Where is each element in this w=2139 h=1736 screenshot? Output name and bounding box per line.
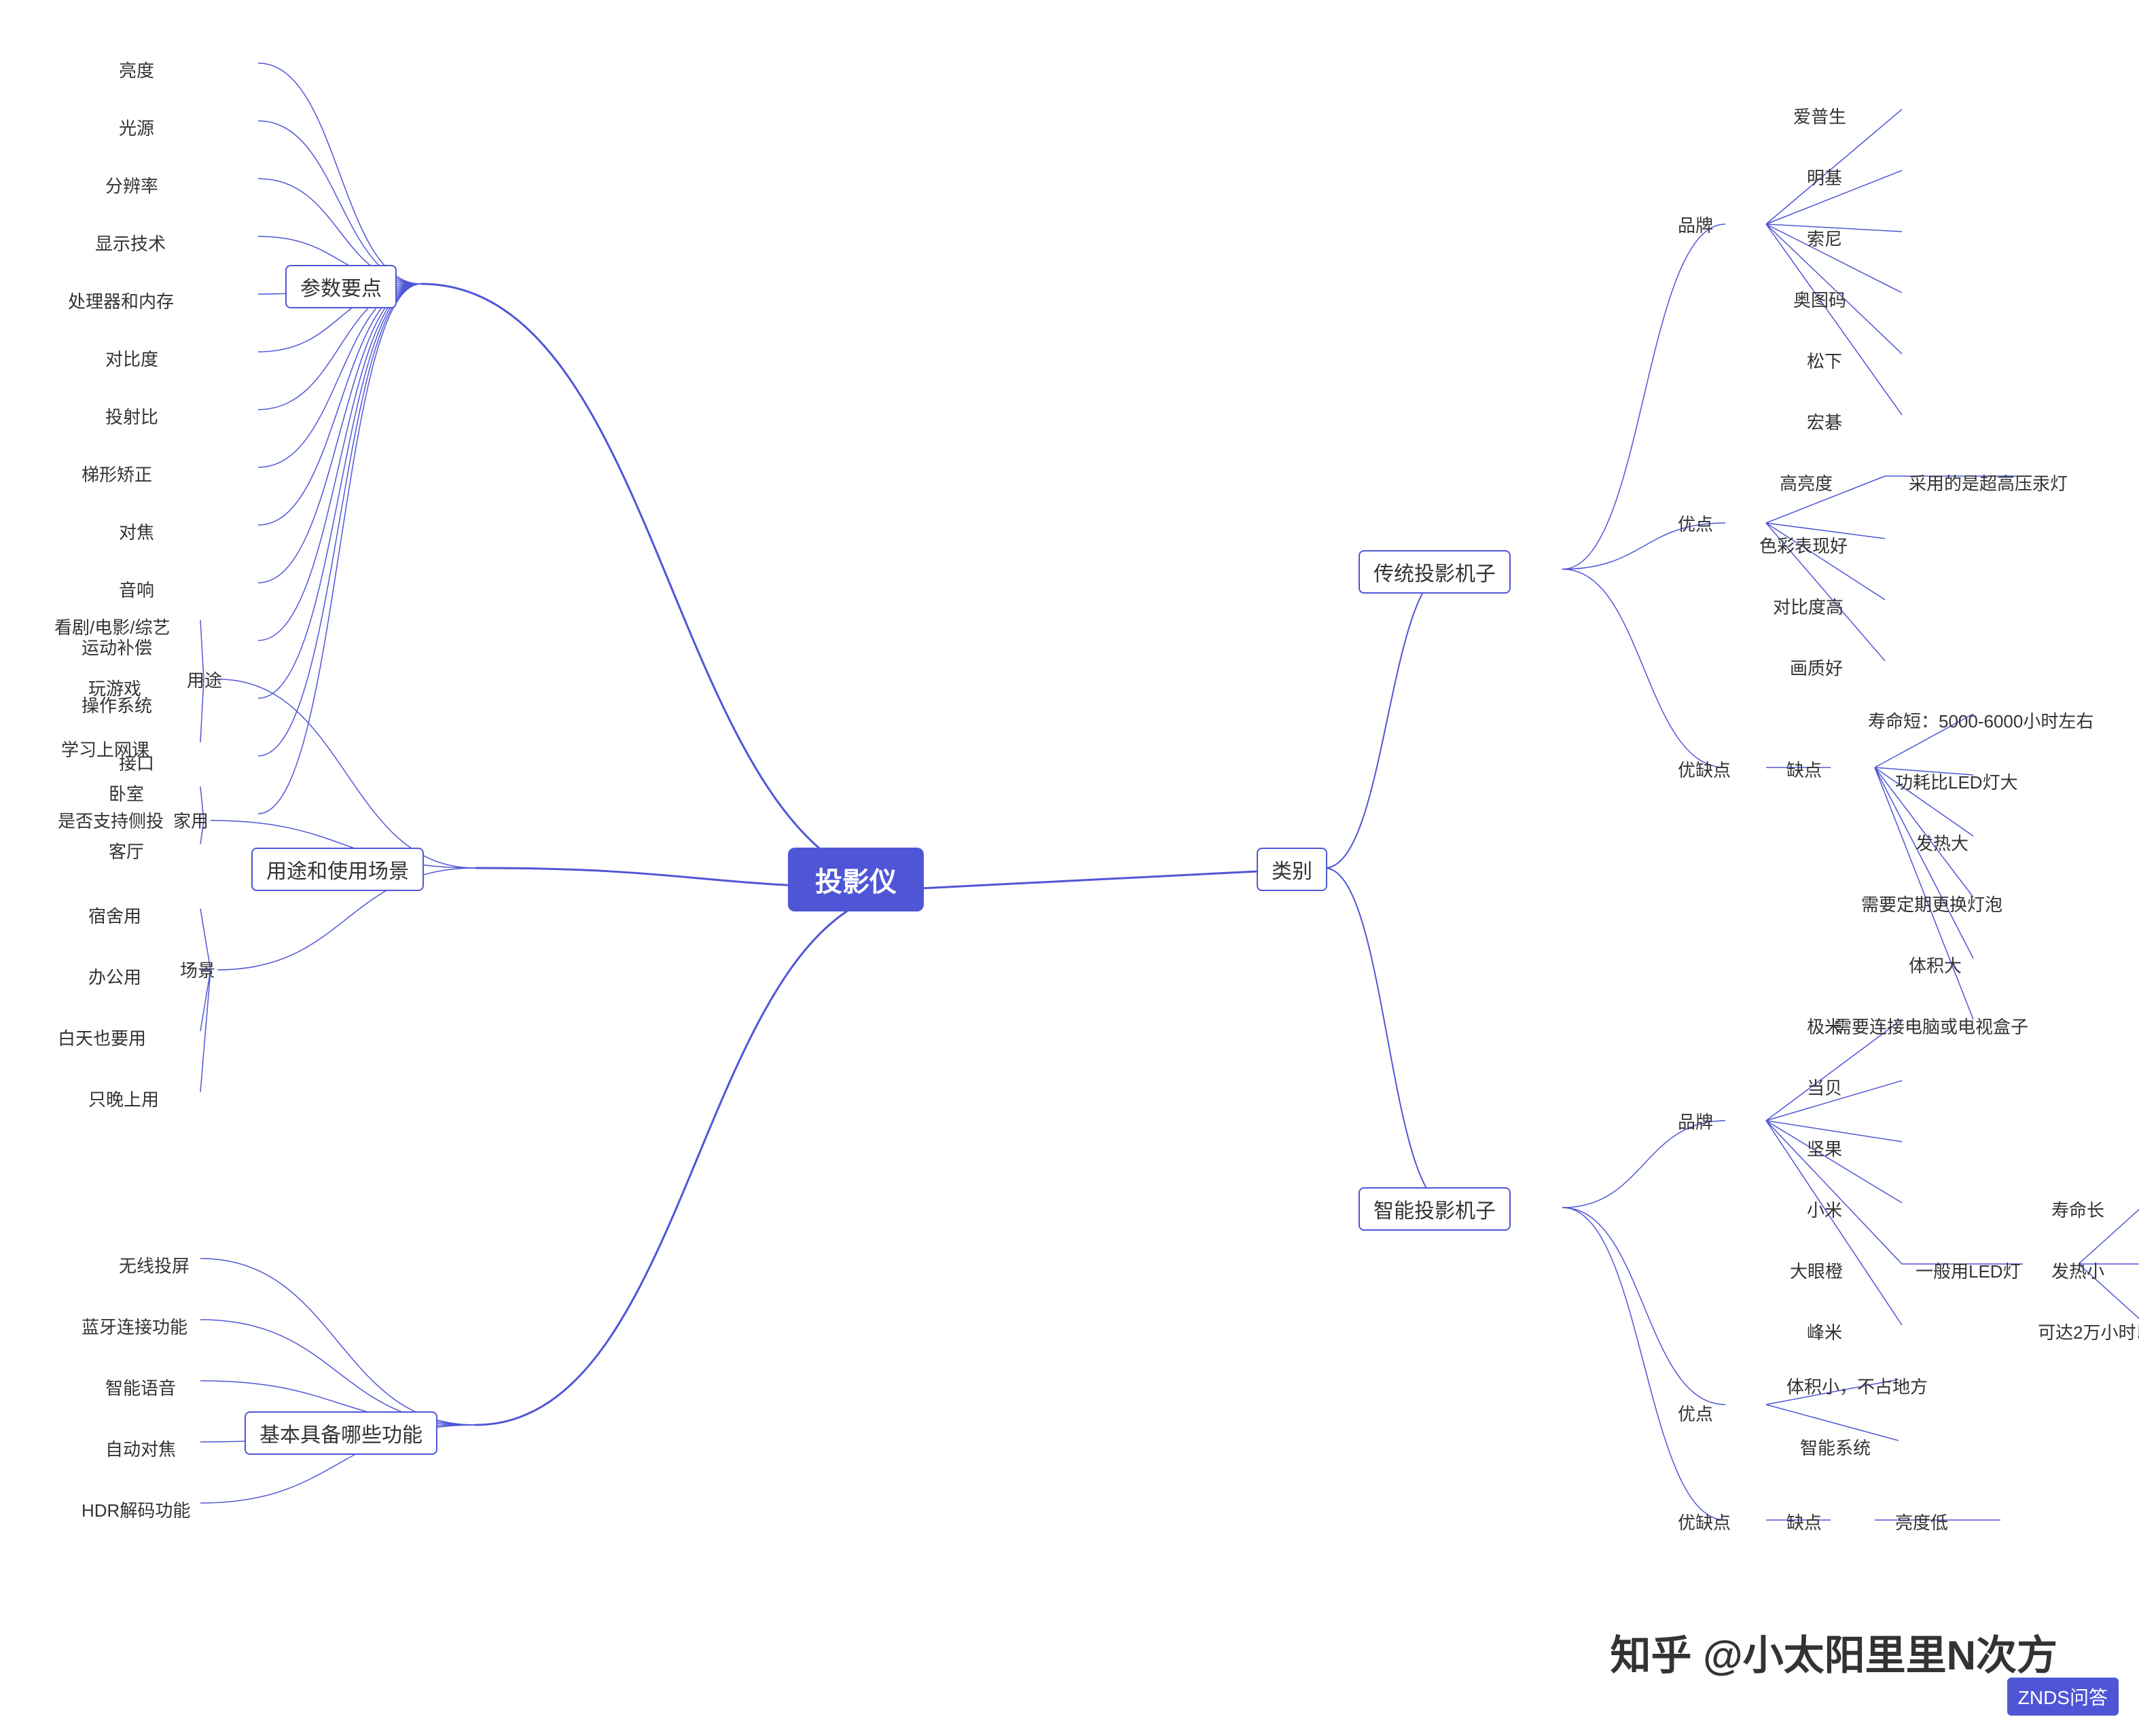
leaf-params-7: 投射比 [105, 401, 158, 431]
trad-pro-2: 色彩表现好 [1759, 530, 1848, 560]
leaf-usage-3: 学习上网课 [61, 734, 149, 764]
leaf-usage-1: 看剧/电影/综艺 [54, 611, 170, 642]
branch-params: 参数要点 [285, 265, 397, 308]
leaf-home-2: 客厅 [109, 835, 144, 866]
leaf-scene-1: 宿舍用 [88, 900, 141, 930]
smart-led-2: 发热小 [2051, 1255, 2104, 1286]
smart-led-3: 可达2万小时以上 [2038, 1316, 2139, 1347]
center-node: 投影仪 [788, 848, 924, 911]
watermark-text: 知乎 @小太阳里里N次方 [1610, 1623, 2057, 1682]
trad-pro-1: 高亮度 [1780, 467, 1833, 498]
smart-led-1: 寿命长 [2051, 1194, 2104, 1225]
leaf-func-3: 智能语音 [105, 1372, 176, 1403]
trad-brand-5: 松下 [1807, 345, 1842, 376]
branch-traditional: 传统投影机子 [1359, 550, 1511, 594]
watermark: 知乎 @小太阳里里N次方 [1610, 1623, 2057, 1682]
leaf-usage-2: 玩游戏 [88, 672, 141, 703]
branch-category: 类别 [1257, 848, 1327, 891]
smart-brand-3: 坚果 [1807, 1133, 1842, 1163]
leaf-params-10: 音响 [119, 574, 154, 604]
trad-brand-4: 奥图码 [1793, 284, 1846, 314]
branch-smart: 智能投影机子 [1359, 1187, 1511, 1231]
trad-con-2: 功耗比LED灯大 [1895, 766, 2018, 797]
smart-brand-label: 品牌 [1678, 1106, 1713, 1136]
branch-usage-scene: 用途和使用场景 [251, 848, 424, 891]
leaf-params-1: 亮度 [119, 54, 154, 85]
trad-con-5: 体积大 [1909, 950, 1962, 980]
trad-brand-1: 爱普生 [1793, 101, 1846, 131]
leaf-func-2: 蓝牙连接功能 [82, 1311, 187, 1341]
trad-cons-parent-label: 优缺点 [1678, 754, 1731, 784]
leaf-params-14: 是否支持侧投 [58, 805, 164, 835]
leaf-func-5: HDR解码功能 [82, 1494, 190, 1525]
leaf-params-5: 处理器和内存 [68, 285, 174, 316]
trad-pro-1-note: 采用的是超高压汞灯 [1909, 467, 2068, 498]
leaf-params-4: 显示技术 [95, 228, 166, 258]
leaf-scene-2: 办公用 [88, 961, 141, 992]
smart-brand-1: 极米 [1807, 1011, 1842, 1041]
smart-pro-2: 智能系统 [1800, 1432, 1871, 1462]
trad-brand-6: 宏碁 [1807, 406, 1842, 437]
trad-pros-label: 优点 [1678, 508, 1713, 539]
smart-brand-2: 当贝 [1807, 1072, 1842, 1102]
smart-brand-5: 大眼橙 [1790, 1255, 1843, 1286]
leaf-params-2: 光源 [119, 112, 154, 143]
smart-pros-label: 优点 [1678, 1398, 1713, 1428]
sub-usage-label: 用途 [187, 664, 222, 695]
trad-pro-3: 对比度高 [1773, 591, 1844, 621]
sub-scene-label: 场景 [180, 954, 215, 985]
leaf-params-8: 梯形矫正 [82, 458, 152, 489]
smart-pro-1: 体积小，不占地方 [1786, 1371, 1928, 1401]
trad-brand-2: 明基 [1807, 162, 1842, 192]
leaf-params-3: 分辨率 [105, 170, 158, 200]
trad-brand-label: 品牌 [1678, 209, 1713, 240]
branch-functions: 基本具备哪些功能 [245, 1411, 437, 1455]
leaf-home-1: 卧室 [109, 778, 144, 808]
trad-con-1: 寿命短：5000-6000小时左右 [1868, 705, 2093, 736]
leaf-scene-4: 只晚上用 [88, 1083, 159, 1114]
leaf-params-9: 对焦 [119, 516, 154, 547]
leaf-scene-3: 白天也要用 [58, 1022, 146, 1053]
trad-con-4: 需要定期更换灯泡 [1861, 888, 2002, 919]
smart-con-1: 亮度低 [1895, 1506, 1948, 1537]
leaf-func-4: 自动对焦 [105, 1433, 176, 1464]
leaf-func-1: 无线投屏 [119, 1250, 190, 1280]
trad-con-3: 发热大 [1916, 827, 1969, 858]
smart-cons-label: 缺点 [1786, 1506, 1822, 1537]
trad-pro-4: 画质好 [1790, 652, 1843, 683]
smart-cons-parent-label: 优缺点 [1678, 1506, 1731, 1537]
sub-home-label: 家用 [173, 805, 209, 835]
trad-brand-3: 索尼 [1807, 223, 1842, 253]
smart-brand-4: 小米 [1807, 1194, 1842, 1225]
znds-badge: ZNDS问答 [2007, 1678, 2119, 1716]
smart-brand-6: 峰米 [1807, 1316, 1842, 1347]
trad-cons-label: 缺点 [1786, 754, 1822, 784]
trad-con-6: 需要连接电脑或电视盒子 [1834, 1011, 2028, 1041]
leaf-params-6: 对比度 [105, 343, 158, 374]
smart-led-label: 一般用LED灯 [1916, 1255, 2021, 1286]
